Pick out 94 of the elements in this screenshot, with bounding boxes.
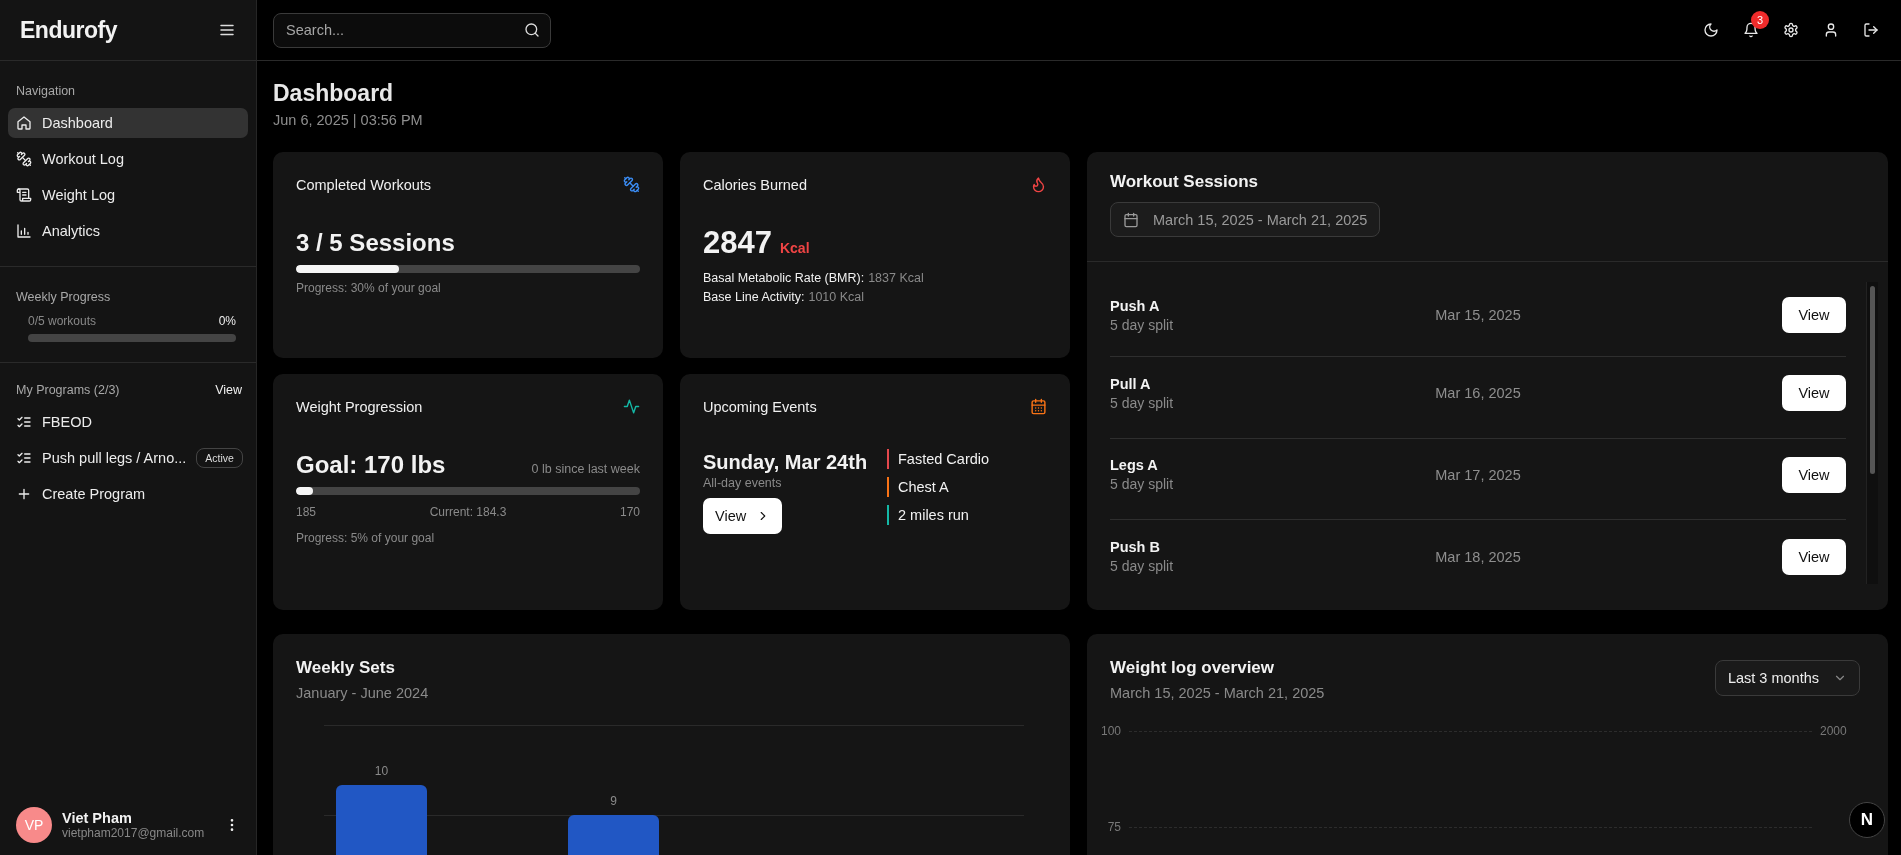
detail-value: 1837 Kcal (868, 271, 924, 285)
view-button[interactable]: View (1782, 538, 1846, 575)
weight-change: 0 lb since last week (531, 462, 640, 476)
axis-label: 75 (1106, 820, 1121, 834)
calendar-icon (1030, 398, 1047, 415)
session-name: Legs A (1110, 457, 1159, 474)
calendar-icon (1123, 211, 1139, 228)
bar-value-label: 9 (610, 794, 617, 808)
page-date: Jun 6, 2025 | 03:56 PM (273, 112, 424, 128)
event-name: Fasted Cardio (898, 451, 990, 467)
card-title: Calories Burned (703, 176, 807, 193)
program-item[interactable]: Push pull legs / Arno... Active (8, 443, 248, 473)
search-icon (524, 22, 540, 38)
nav-item[interactable]: Dashboard (8, 108, 248, 138)
session-program: 5 day split (1110, 558, 1175, 575)
axis-label: 100 (1099, 724, 1121, 738)
nav-item[interactable]: Workout Log (8, 144, 248, 174)
dumbbell-icon (623, 176, 640, 193)
view-button[interactable]: View (703, 498, 783, 534)
calorie-unit: Kcal (779, 240, 810, 256)
card-title: Workout Sessions (1110, 172, 1259, 192)
notification-badge: 3 (1751, 11, 1769, 29)
session-name: Push A (1110, 297, 1161, 314)
section-heading: Weekly Progress (15, 290, 112, 304)
bell-icon (1743, 22, 1759, 38)
target-weight: 170 (619, 505, 640, 519)
home-icon (16, 115, 32, 131)
pulse-icon (623, 398, 640, 415)
status-badge: Active (196, 448, 243, 468)
view-button[interactable]: View (1782, 456, 1846, 493)
session-date: Mar 16, 2025 (1435, 385, 1521, 402)
user-icon (1823, 22, 1839, 38)
bar-value-label: 10 (374, 764, 389, 778)
nav-item[interactable]: Analytics (8, 216, 248, 246)
axis-label: 2000 (1820, 724, 1848, 738)
view-button[interactable]: View (1782, 297, 1846, 333)
event-date: Sunday, Mar 24th (703, 450, 869, 475)
progress-percent: 0% (218, 314, 236, 328)
card-subtitle: January - June 2024 (296, 685, 430, 701)
plus-icon (16, 486, 32, 502)
checklist-icon (16, 414, 32, 430)
event-subtitle: All-day events (703, 476, 783, 490)
current-weight: Current: 184.3 (429, 505, 507, 519)
settings-icon (1783, 22, 1799, 38)
program-item[interactable]: FBEOD (8, 407, 248, 437)
event-name: 2 miles run (898, 507, 969, 523)
view-button[interactable]: View (1782, 375, 1846, 412)
progress-caption: Progress: 30% of your goal (296, 281, 442, 295)
nav-item[interactable]: Weight Log (8, 180, 248, 210)
card-title: Weight Progression (296, 398, 423, 415)
event-name: Chest A (898, 479, 949, 495)
session-program: 5 day split (1110, 316, 1175, 333)
progress-caption: Progress: 5% of your goal (296, 531, 436, 545)
scroll-icon (16, 187, 32, 203)
card-title: Weight log overview (1110, 658, 1276, 678)
page-title: Dashboard (273, 80, 395, 107)
detail-label: Base Line Activity: (703, 290, 805, 304)
session-program: 5 day split (1110, 394, 1175, 411)
session-date: Mar 18, 2025 (1435, 548, 1521, 565)
user-email: vietpham2017@gmail.com (62, 826, 206, 840)
moon-icon (1703, 22, 1719, 38)
session-name: Pull A (1110, 375, 1152, 392)
view-link[interactable]: View (215, 383, 242, 397)
card-title: Upcoming Events (703, 398, 817, 415)
card-subtitle: March 15, 2025 - March 21, 2025 (1110, 685, 1325, 701)
progress-label: 0/5 workouts (28, 314, 97, 328)
session-program: 5 day split (1110, 476, 1175, 493)
detail-label: Basal Metabolic Rate (BMR): (703, 271, 865, 285)
goal-value: Goal: 170 lbs (296, 451, 446, 479)
bar-chart-icon (16, 223, 32, 239)
user-name: Viet Pham (62, 810, 133, 826)
app-logo: Endurofy (20, 16, 117, 44)
create-program-button[interactable]: Create Program (8, 479, 248, 509)
calorie-value: 2847 (703, 225, 772, 261)
checklist-icon (16, 450, 32, 466)
card-title: Completed Workouts (296, 176, 432, 193)
session-date: Mar 17, 2025 (1435, 466, 1521, 483)
range-select[interactable]: Last 3 months (1714, 660, 1860, 696)
section-heading: Navigation (15, 84, 77, 98)
stat-value: 3 / 5 Sessions (296, 229, 456, 257)
date-range-button[interactable]: March 15, 2025 - March 21, 2025 (1110, 202, 1381, 237)
section-heading: My Programs (2/3) (15, 383, 121, 397)
flame-icon (1030, 176, 1047, 193)
search-field[interactable]: Search... (273, 12, 551, 48)
notifications-button[interactable]: 3 (1735, 14, 1767, 46)
logout-icon (1863, 22, 1879, 38)
detail-value: 1010 Kcal (808, 290, 865, 304)
scrollbar-thumb[interactable] (1870, 286, 1875, 474)
start-weight: 185 (296, 505, 317, 519)
avatar: VP (16, 807, 52, 843)
card-title: Weekly Sets (296, 658, 396, 678)
session-date: Mar 15, 2025 (1435, 307, 1521, 323)
session-name: Push B (1110, 539, 1161, 556)
dumbbell-icon (16, 151, 32, 167)
